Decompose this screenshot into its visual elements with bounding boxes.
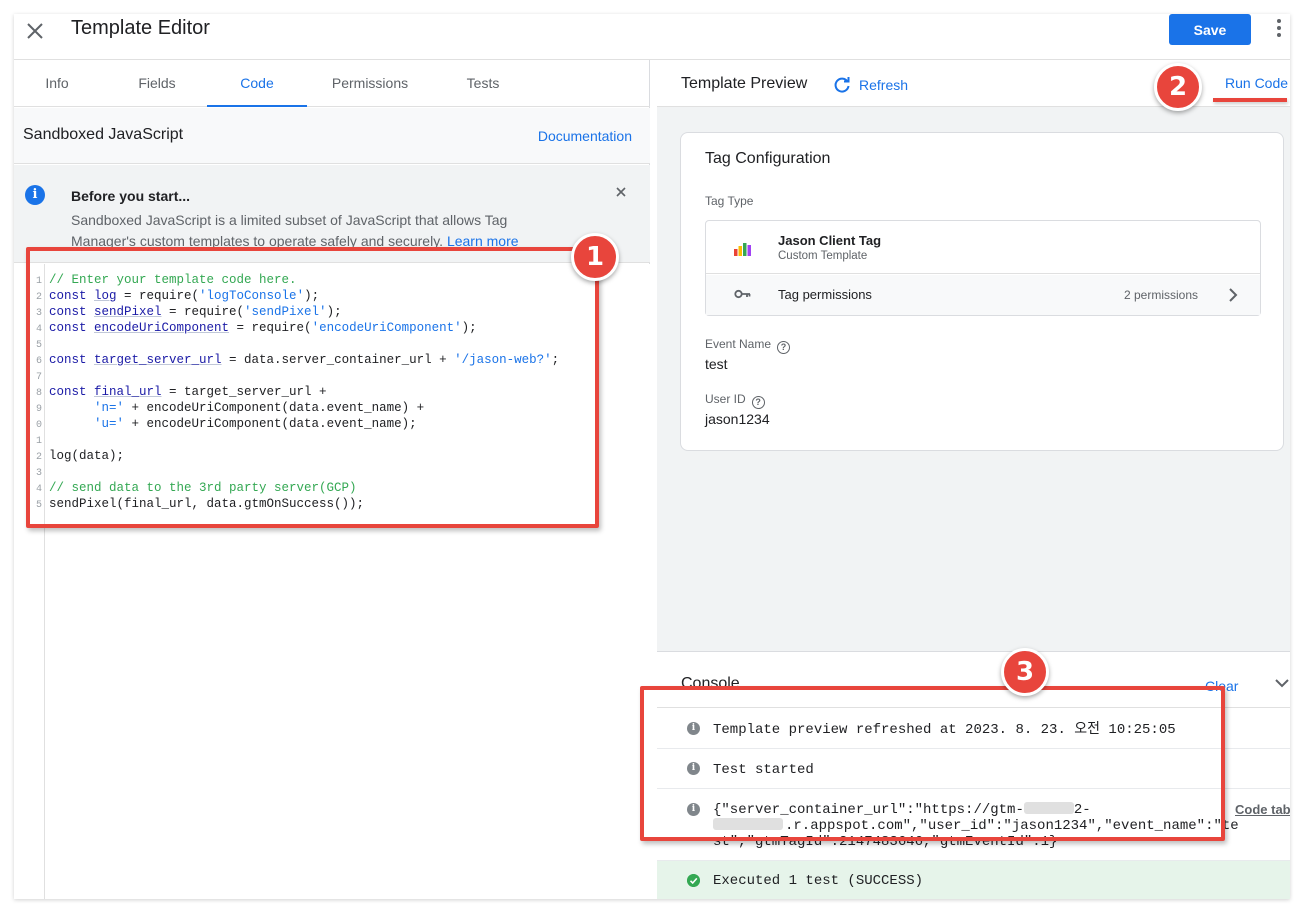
code-panel-header: Sandboxed JavaScript Documentation: [14, 108, 650, 164]
tag-name: Jason Client Tag: [778, 233, 882, 248]
close-icon[interactable]: [614, 185, 628, 199]
code-line: 4// send data to the 3rd party server(GC…: [35, 481, 357, 495]
test-success-row: Executed 1 test (SUCCESS): [657, 861, 1290, 899]
info-icon: i: [687, 722, 700, 735]
console-log-row: i Template preview refreshed at 2023. 8.…: [657, 709, 1290, 749]
user-id-value: jason1234: [705, 411, 770, 427]
template-editor-window: Template Editor Save Info Fields Code Pe…: [14, 14, 1290, 899]
tag-configuration-card: Tag Configuration Tag Type Jason Client …: [680, 132, 1284, 451]
tag-permissions-row[interactable]: Tag permissions 2 permissions: [706, 275, 1260, 315]
code-line: 5: [35, 340, 42, 351]
code-line: 0 'u=' + encodeUriComponent(data.event_n…: [35, 417, 417, 431]
log-message: Test started: [713, 762, 814, 778]
notice-text: Sandboxed JavaScript is a limited subset…: [71, 210, 571, 252]
log-message: {"server_container_url":"https://gtm- 2- …: [713, 802, 1239, 850]
redacted-text: [1023, 802, 1074, 814]
annotation-badge: 3: [1001, 648, 1049, 696]
code-line: 4 const encodeUriComponent = require('enc…: [35, 321, 477, 335]
refresh-icon: [834, 77, 850, 93]
template-preview-panel: Template Preview Refresh Run Code Tag Co…: [657, 60, 1290, 899]
notice-text-line2: Manager's custom templates to operate sa…: [71, 233, 444, 249]
preview-title: Template Preview: [681, 75, 808, 92]
code-line: 3 const sendPixel = require('sendPixel');: [35, 305, 342, 319]
save-button[interactable]: Save: [1169, 14, 1251, 45]
close-icon[interactable]: [24, 18, 46, 42]
info-icon: i: [687, 803, 700, 816]
annotation-badge: 1: [571, 233, 619, 281]
code-line: 1: [35, 436, 42, 447]
event-name-value: test: [705, 356, 728, 372]
clear-button[interactable]: Clear: [1205, 678, 1238, 694]
code-line: 2 log(data);: [35, 449, 125, 463]
notice-text-line1: Sandboxed JavaScript is a limited subset…: [71, 212, 508, 228]
tag-type-label: Tag Type: [705, 194, 754, 208]
console-log-row: i {"server_container_url":"https://gtm- 2…: [657, 789, 1290, 861]
code-line: 3: [35, 468, 42, 479]
annotation-badge: 2: [1154, 63, 1202, 111]
help-icon[interactable]: ?: [751, 396, 765, 409]
chevron-right-icon: [1229, 288, 1238, 302]
tag-type-box: Jason Client Tag Custom Template Tag per…: [705, 220, 1261, 316]
code-line: 6 const target_server_url = data.server_c…: [35, 353, 560, 367]
redacted-text: [713, 818, 783, 830]
code-line: 9 'n=' + encodeUriComponent(data.event_n…: [35, 401, 425, 415]
info-icon: i: [25, 185, 45, 205]
check-circle-icon: [687, 874, 700, 887]
tab-tests[interactable]: Tests: [454, 60, 512, 107]
card-title: Tag Configuration: [705, 150, 831, 167]
log-message: Template preview refreshed at 2023. 8. 2…: [713, 722, 1176, 738]
console-panel: Console Clear i Template preview refresh…: [657, 651, 1290, 899]
tab-permissions[interactable]: Permissions: [324, 60, 416, 107]
tab-info[interactable]: Info: [26, 60, 88, 107]
log-text-part: 2-: [1073, 802, 1091, 818]
refresh-label: Refresh: [859, 77, 909, 93]
user-id-label: User ID?: [705, 392, 765, 409]
tab-code[interactable]: Code: [207, 60, 307, 107]
code-line: 7: [35, 372, 42, 383]
more-options-icon[interactable]: [1272, 19, 1286, 41]
log-text-part: st","gtmTagId":2147483646,"gtmEventId":1…: [713, 834, 1058, 850]
learn-more-link[interactable]: Learn more: [447, 233, 519, 249]
page-title: Template Editor: [71, 17, 210, 39]
tag-type-row: Jason Client Tag Custom Template: [706, 221, 1260, 274]
tag-permissions-label: Tag permissions: [778, 287, 872, 302]
tag-subtitle: Custom Template: [778, 250, 868, 262]
run-code-button[interactable]: Run Code: [1225, 75, 1288, 91]
editor-tabs: Info Fields Code Permissions Tests: [14, 60, 650, 107]
help-icon[interactable]: ?: [777, 341, 791, 354]
event-name-label-text: Event Name: [705, 337, 772, 351]
before-you-start-notice: i Before you start... Sandboxed JavaScri…: [14, 165, 650, 263]
tab-fields[interactable]: Fields: [125, 60, 189, 107]
refresh-button[interactable]: Refresh: [833, 74, 908, 96]
top-bar: Template Editor Save: [14, 14, 1290, 60]
key-icon: [734, 289, 751, 299]
code-lines: 1// Enter your template code here. 2 cons…: [28, 272, 638, 512]
code-line: 5 sendPixel(final_url, data.gtmOnSuccess(…: [35, 497, 365, 511]
code-panel-title: Sandboxed JavaScript: [23, 126, 184, 143]
notice-title: Before you start...: [71, 188, 191, 204]
user-id-label-text: User ID: [705, 392, 746, 406]
documentation-link[interactable]: Documentation: [538, 128, 632, 144]
console-title: Console: [681, 675, 740, 692]
log-text-part: .r.appspot.com","user_id":"jason1234","e…: [785, 818, 1239, 834]
code-line: 8 const final_url = target_server_url +: [35, 385, 327, 399]
chevron-down-icon[interactable]: [1275, 678, 1289, 688]
code-editor-panel: Info Fields Code Permissions Tests Sandb…: [14, 60, 650, 899]
success-message: Executed 1 test (SUCCESS): [713, 873, 924, 889]
log-text-part: {"server_container_url":"https://gtm-: [713, 802, 1024, 818]
code-line: 1// Enter your template code here.: [35, 273, 297, 287]
annotation-underline-run-code: [1213, 98, 1287, 102]
tag-template-icon: [734, 243, 751, 256]
console-log-row: i Test started: [657, 749, 1290, 789]
info-icon: i: [687, 762, 700, 775]
console-header: Console Clear: [657, 652, 1290, 708]
code-line: 2 const log = require('logToConsole');: [35, 289, 320, 303]
event-name-label: Event Name?: [705, 337, 791, 354]
code-tab-link[interactable]: Code tab: [1235, 802, 1290, 817]
code-editor[interactable]: 1// Enter your template code here. 2 cons…: [14, 264, 650, 899]
permissions-count: 2 permissions: [1124, 288, 1199, 302]
